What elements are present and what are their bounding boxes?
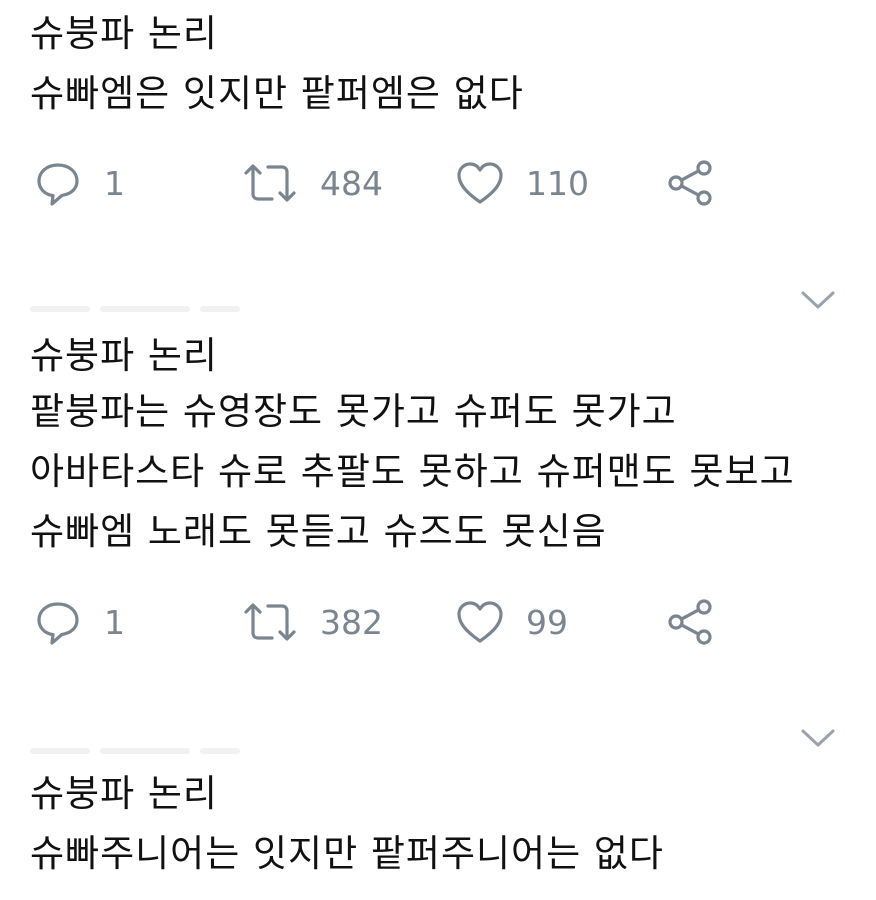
tweet-text-line: 슈붕파 논리 [30,772,218,815]
chevron-down-icon[interactable] [800,726,836,750]
retweet-icon [242,600,298,644]
share-icon [666,598,714,646]
tweet-text-line: 슈빠엠은 잇지만 팥퍼엠은 없다 [30,72,524,115]
tweet-text-line: 팥붕파는 슈영장도 못가고 슈퍼도 못가고 [30,390,677,433]
reply-count: 1 [104,602,125,642]
tweet-2[interactable]: 슈붕파 논리 팥붕파는 슈영장도 못가고 슈퍼도 못가고 아바타스타 슈로 추팔… [0,270,876,710]
heart-icon [456,600,504,644]
tweet-text-line: 슈빠주니어는 잇지만 팥퍼주니어는 없다 [30,832,664,875]
author-header [30,740,260,754]
speech-bubble-icon [34,598,82,646]
retweet-icon [242,161,298,205]
like-count: 99 [526,602,568,642]
tweet-text-line: 슈붕파 논리 [30,12,218,55]
share-button[interactable] [666,153,714,213]
retweet-button[interactable]: 382 [242,592,383,652]
retweet-button[interactable]: 484 [242,153,383,213]
speech-bubble-icon [34,159,82,207]
retweet-count: 484 [320,163,383,203]
reply-button[interactable]: 1 [34,153,125,213]
tweet-actions: 1 382 99 [0,592,876,652]
tweet-text-line: 슈붕파 논리 [30,334,218,377]
retweet-count: 382 [320,602,383,642]
chevron-down-icon[interactable] [800,288,836,312]
reply-button[interactable]: 1 [34,592,125,652]
author-header [30,298,260,312]
like-button[interactable]: 99 [456,592,568,652]
like-button[interactable]: 110 [456,153,589,213]
heart-icon [456,161,504,205]
tweet-actions: 1 484 110 [0,153,876,213]
tweet-text-line: 슈빠엠 노래도 못듣고 슈즈도 못신음 [30,510,607,553]
share-button[interactable] [666,592,714,652]
share-icon [666,159,714,207]
like-count: 110 [526,163,589,203]
tweet-3[interactable]: 슈붕파 논리 슈빠주니어는 잇지만 팥퍼주니어는 없다 [0,712,876,900]
reply-count: 1 [104,163,125,203]
tweet-text-line: 아바타스타 슈로 추팔도 못하고 슈퍼맨도 못보고 [30,450,795,493]
tweet-1[interactable]: 슈붕파 논리 슈빠엠은 잇지만 팥퍼엠은 없다 1 484 110 [0,0,876,240]
